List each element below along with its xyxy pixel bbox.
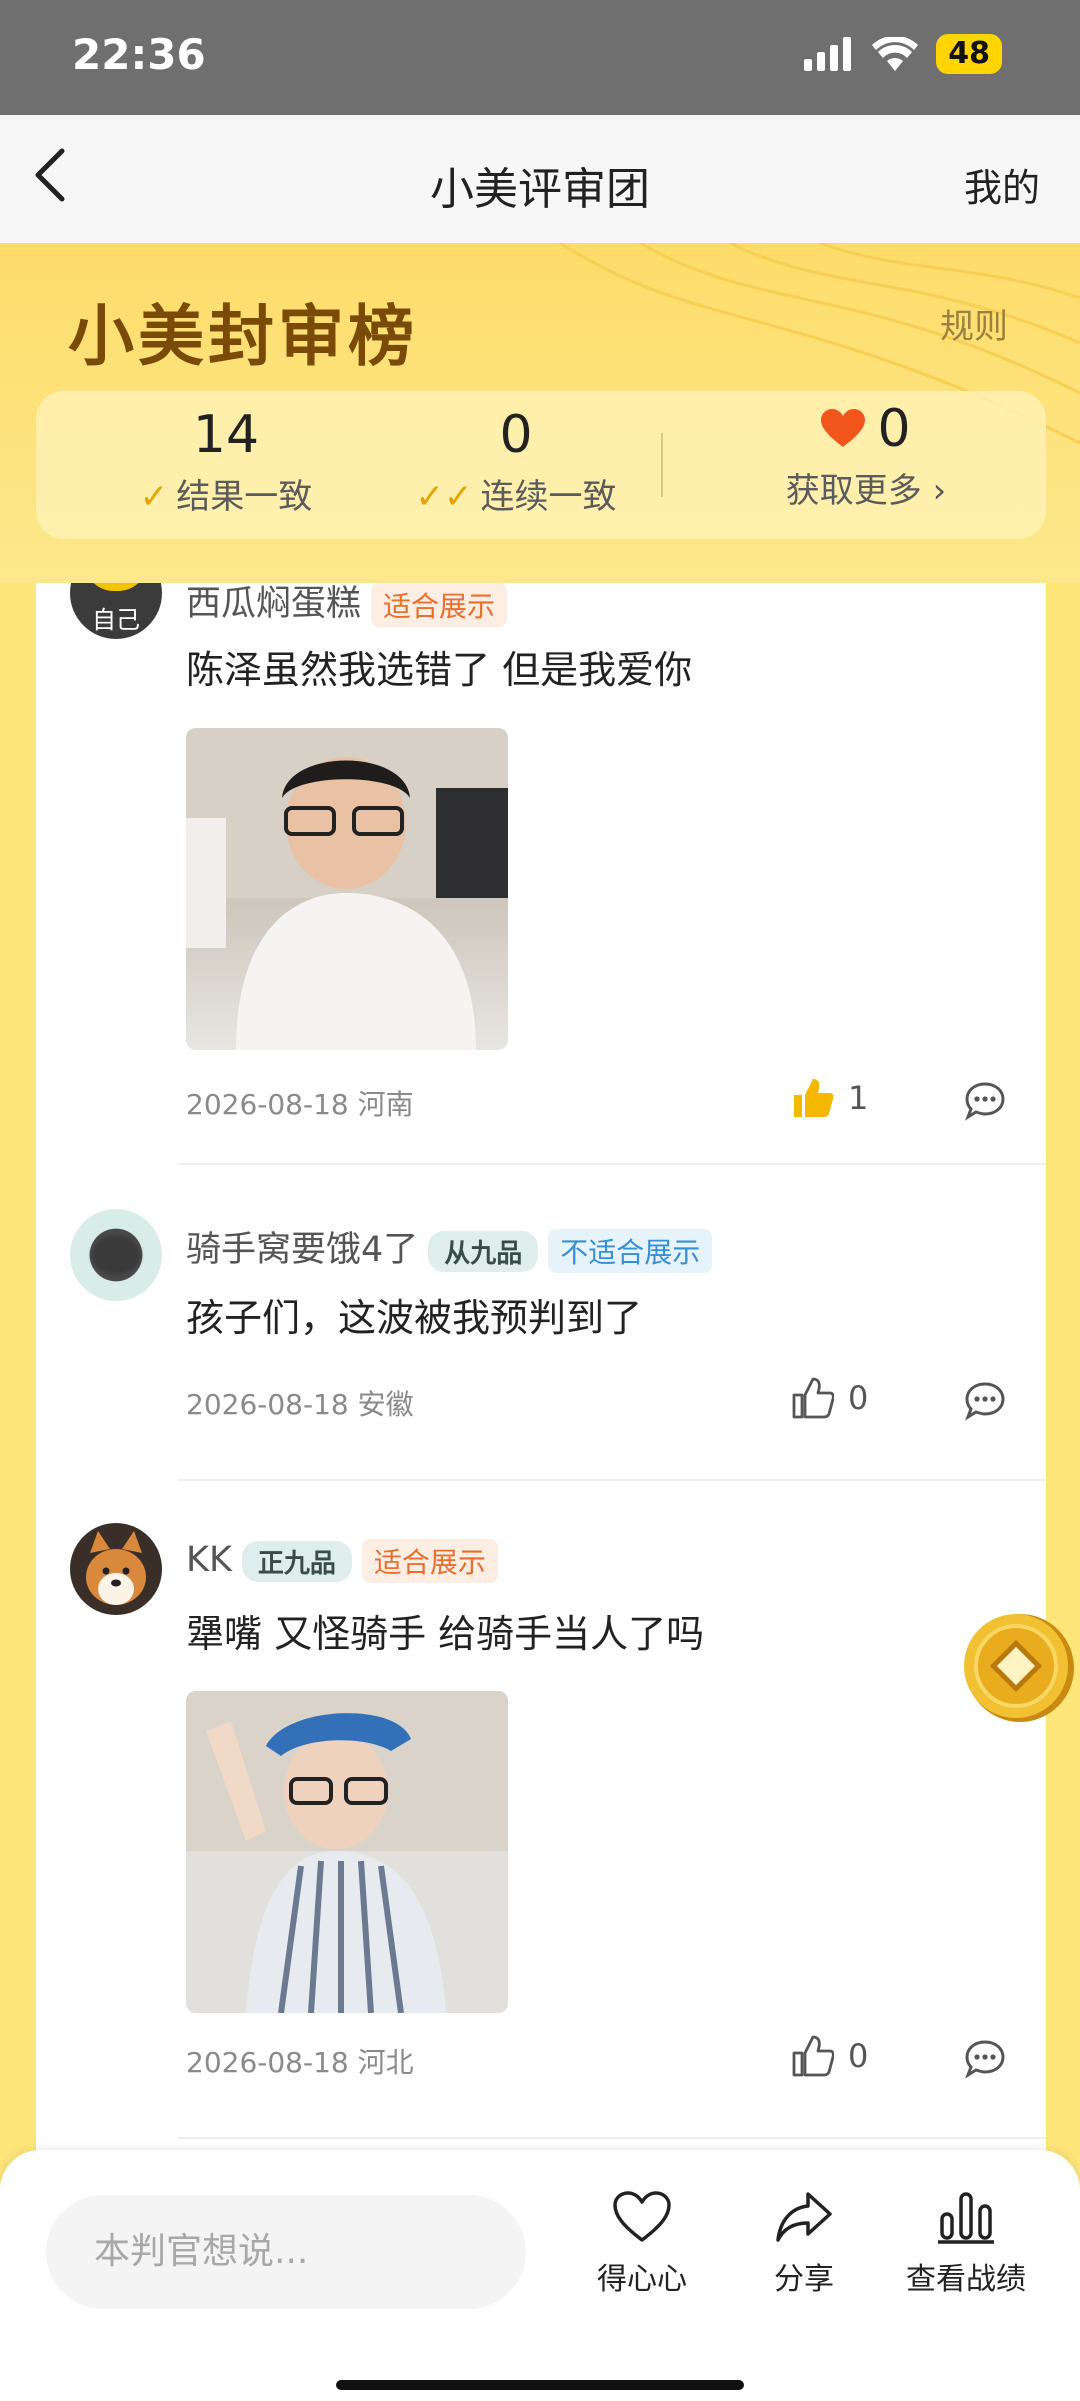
avatar-blurred-face [92,1235,140,1275]
rank-badge: 正九品 [241,1540,352,1582]
gold-coin-icon [964,1614,1074,1722]
stat-hearts-value: 0 [877,399,911,459]
avatar-self-badge: 自己 [92,606,140,634]
comment-text: 孩子们，这波被我预判到了 [186,1296,643,1340]
comment-date: 2026-08-18 [186,1088,349,1121]
list-item: KK 正九品 适合展示 犟嘴 又怪骑手 给骑手当人了吗 2026-08-18 河北 … [36,1481,1046,2141]
page-title: 小美评审团 [430,164,650,215]
view-record-label: 查看战绩 [906,2262,1026,2297]
comment-meta: 2026-08-18 安徽 [186,1383,414,1423]
rules-link[interactable]: 规则 [940,299,1008,348]
check-icon: ✓ [139,477,169,517]
thumbs-up-icon [792,2035,834,2077]
double-check-icon: ✓✓ [415,477,473,517]
status-icons: 48 [804,34,1002,74]
stat-streak: 0 ✓✓ 连续一致 [366,391,666,518]
thumbs-up-icon [792,1377,834,1419]
comment-username-row: KK 正九品 适合展示 [186,1539,498,1583]
stat-streak-value: 0 [499,405,533,465]
comment-meta: 2026-08-18 河北 [186,2041,414,2081]
stat-match-label: 结果一致 [176,477,313,517]
comment-date: 2026-08-18 [186,2046,349,2079]
wifi-icon [872,37,919,71]
avatar[interactable]: 自己 [70,583,162,639]
thumbs-up-filled-icon [794,1079,834,1117]
reply-button[interactable] [964,1081,1006,1125]
comment-bubble-icon [965,2040,1005,2079]
mine-link[interactable]: 我的 [964,157,1040,212]
bar-chart-icon [938,2192,994,2244]
heart-button[interactable]: 得心心 [562,2190,722,2298]
status-time: 22:36 [72,30,206,79]
bottom-action-bar: 本判官想说... 得心心 分享 查看战绩 [0,2150,1080,2401]
comment-meta: 2026-08-18 河南 [186,1083,414,1123]
status-bar: 22:36 48 [0,0,1080,115]
heart-filled-icon [821,409,866,447]
like-button[interactable]: 1 [792,1077,868,1119]
comment-input[interactable]: 本判官想说... [46,2195,526,2309]
signal-icon [804,37,852,71]
ranking-title: 小美封审榜 [68,297,418,375]
divider [178,2137,1046,2139]
comment-image[interactable] [186,1691,508,2013]
comment-username[interactable]: 骑手窝要饿4了 [186,1230,418,1270]
comment-username-row: 西瓜焖蛋糕 适合展示 [186,583,508,627]
comment-username[interactable]: 西瓜焖蛋糕 [186,584,361,624]
view-record-button[interactable]: 查看战绩 [886,2190,1046,2298]
comment-username[interactable]: KK [186,1540,232,1580]
get-more-link: 获取更多 [785,471,922,511]
list-item: 自己 西瓜焖蛋糕 适合展示 陈泽虽然我选错了 但是我爱你 2026-08-18 河… [36,583,1046,1165]
like-count: 1 [848,1079,869,1117]
share-button-label: 分享 [774,2262,834,2297]
comment-image[interactable] [186,728,508,1050]
stat-match-value: 14 [192,405,260,465]
avatar[interactable] [70,1523,162,1615]
coin-reward-button[interactable] [960,1610,1074,1724]
list-item: 骑手窝要饿4了 从九品 不适合展示 孩子们，这波被我预判到了 2026-08-18 … [36,1165,1046,1481]
comment-date: 2026-08-18 [186,1388,349,1421]
nav-bar: 小美评审团 我的 [0,115,1080,243]
comment-text: 陈泽虽然我选错了 但是我爱你 [186,648,693,692]
comment-username-row: 骑手窝要饿4了 从九品 不适合展示 [186,1221,713,1273]
status-badge: 适合展示 [361,1539,498,1583]
comment-region: 安徽 [357,1388,414,1421]
share-button[interactable]: 分享 [724,2190,884,2298]
ranking-header: 小美封审榜 规则 14 ✓ 结果一致 0 ✓✓ 连续一致 0 获取更多 › [0,243,1080,583]
rank-badge: 从九品 [428,1230,539,1272]
battery-indicator: 48 [936,34,1002,74]
person-photo [186,728,508,1050]
share-arrow-icon [776,2192,832,2242]
heart-outline-icon [613,2191,671,2242]
stat-streak-label: 连续一致 [480,477,617,517]
like-button[interactable]: 0 [792,2035,868,2077]
avatar-character [84,583,148,591]
status-badge: 不适合展示 [548,1229,713,1273]
like-count: 0 [848,2037,869,2075]
status-badge: 适合展示 [371,583,508,627]
heart-button-label: 得心心 [597,2262,687,2297]
comment-list: 自己 西瓜焖蛋糕 适合展示 陈泽虽然我选错了 但是我爱你 2026-08-18 河… [36,583,1046,2153]
stats-divider [661,433,663,497]
like-count: 0 [848,1379,869,1417]
stats-panel: 14 ✓ 结果一致 0 ✓✓ 连续一致 0 获取更多 › [36,391,1046,539]
reply-button[interactable] [964,2039,1006,2083]
stat-hearts[interactable]: 0 获取更多 › [716,391,1016,512]
dog-avatar [86,1531,146,1605]
comment-region: 河北 [357,2046,414,2079]
comment-text: 犟嘴 又怪骑手 给骑手当人了吗 [186,1612,705,1656]
home-indicator[interactable] [336,2380,744,2390]
stat-match: 14 ✓ 结果一致 [76,391,376,518]
chevron-right-icon: › [921,471,947,511]
reply-button[interactable] [964,1381,1006,1425]
comment-bubble-icon [965,1382,1005,1421]
person-photo [186,1691,508,2013]
like-button[interactable]: 0 [792,1377,868,1419]
avatar[interactable] [70,1209,162,1301]
comment-bubble-icon [965,1082,1005,1121]
comment-region: 河南 [357,1088,414,1121]
